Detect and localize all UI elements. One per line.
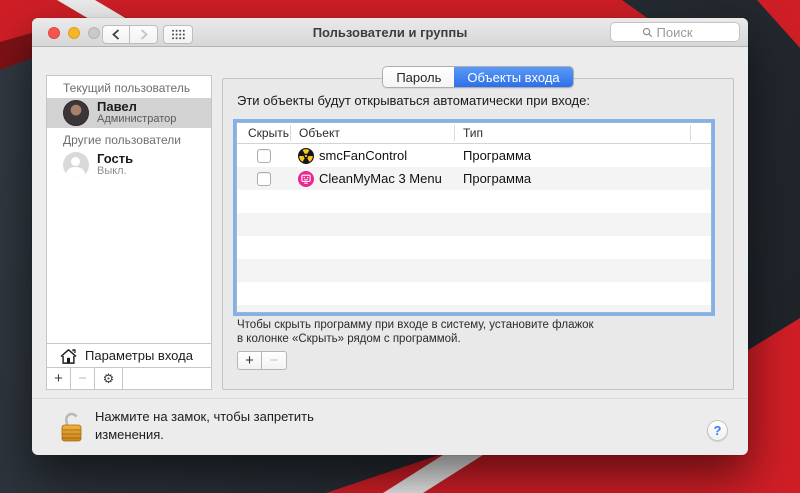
footer: Нажмите на замок, чтобы запретить измене… (32, 398, 748, 455)
user-role: Администратор (97, 114, 176, 126)
titlebar[interactable]: Пользователи и группы (32, 18, 748, 47)
smcfancontrol-icon (298, 148, 314, 164)
close-button[interactable] (48, 27, 60, 39)
sidebar-item-guest[interactable]: Гость Выкл. (47, 150, 211, 180)
back-button[interactable] (102, 25, 130, 44)
guest-avatar-icon (63, 152, 89, 178)
login-item-type: Программа (463, 148, 531, 163)
table-row[interactable]: CleanMyMac 3 Menu Программа (237, 167, 711, 190)
add-remove-group: + − (237, 351, 287, 370)
hide-checkbox[interactable] (257, 172, 271, 186)
chevron-left-icon (112, 29, 120, 40)
add-login-item-button[interactable]: + (237, 351, 262, 370)
search-input[interactable] (657, 25, 709, 40)
search-field[interactable] (610, 22, 740, 42)
column-header-object[interactable]: Объект (299, 126, 340, 140)
remove-login-item-button-disabled: − (262, 351, 287, 370)
sidebar-toolbar: + − ⚙ (47, 367, 211, 389)
zoom-button-disabled (88, 27, 100, 39)
lock-icon[interactable] (58, 409, 86, 445)
sidebar-item-pavel[interactable]: Павел Администратор (47, 98, 211, 128)
user-name: Павел (97, 100, 176, 114)
login-item-name: CleanMyMac 3 Menu (319, 171, 442, 186)
other-users-section-header: Другие пользователи (47, 128, 211, 150)
column-separator (290, 125, 291, 141)
current-user-section-header: Текущий пользователь (47, 76, 211, 98)
login-items-instruction: Эти объекты будут открываться автоматиче… (237, 93, 590, 108)
search-icon (642, 27, 653, 38)
user-name: Гость (97, 152, 133, 166)
login-item-type: Программа (463, 171, 531, 186)
login-options-item[interactable]: Параметры входа (47, 343, 211, 367)
lock-instruction-text: Нажмите на замок, чтобы запретить измене… (95, 408, 314, 444)
hide-hint-text: Чтобы скрыть программу при входе в систе… (237, 318, 594, 347)
table-body: smcFanControl Программа CleanMyMac 3 Men… (237, 144, 711, 312)
gear-icon[interactable]: ⚙ (95, 368, 123, 389)
user-role: Выкл. (97, 166, 133, 178)
nav-buttons (102, 25, 158, 44)
user-avatar (63, 100, 89, 126)
column-header-type[interactable]: Тип (463, 126, 483, 140)
cleanmymac-icon (298, 171, 314, 187)
login-items-panel: Эти объекты будут открываться автоматиче… (222, 78, 734, 390)
help-button[interactable]: ? (707, 420, 728, 441)
forward-button-disabled (130, 25, 158, 44)
home-icon (59, 347, 78, 365)
column-header-hide[interactable]: Скрыть (248, 126, 289, 140)
grid-icon (171, 29, 186, 40)
users-groups-window: Пользователи и группы Текущий пользовате… (32, 18, 748, 455)
column-separator (454, 125, 455, 141)
table-row[interactable]: smcFanControl Программа (237, 144, 711, 167)
chevron-right-icon (140, 29, 148, 40)
tab-password[interactable]: Пароль (383, 67, 454, 87)
tab-login-items[interactable]: Объекты входа (454, 67, 572, 87)
login-items-table[interactable]: Скрыть Объект Тип (236, 122, 712, 313)
show-all-button[interactable] (163, 25, 193, 44)
table-header: Скрыть Объект Тип (237, 123, 711, 144)
remove-user-button-disabled: − (71, 368, 95, 389)
add-user-button[interactable]: + (47, 368, 71, 389)
login-item-name: smcFanControl (319, 148, 407, 163)
minimize-button[interactable] (68, 27, 80, 39)
login-options-label: Параметры входа (85, 348, 193, 363)
user-list-sidebar: Текущий пользователь Павел Администратор… (46, 75, 212, 390)
column-separator (690, 125, 691, 141)
tab-bar: Пароль Объекты входа (222, 66, 734, 88)
traffic-lights (48, 27, 100, 39)
hide-checkbox[interactable] (257, 149, 271, 163)
